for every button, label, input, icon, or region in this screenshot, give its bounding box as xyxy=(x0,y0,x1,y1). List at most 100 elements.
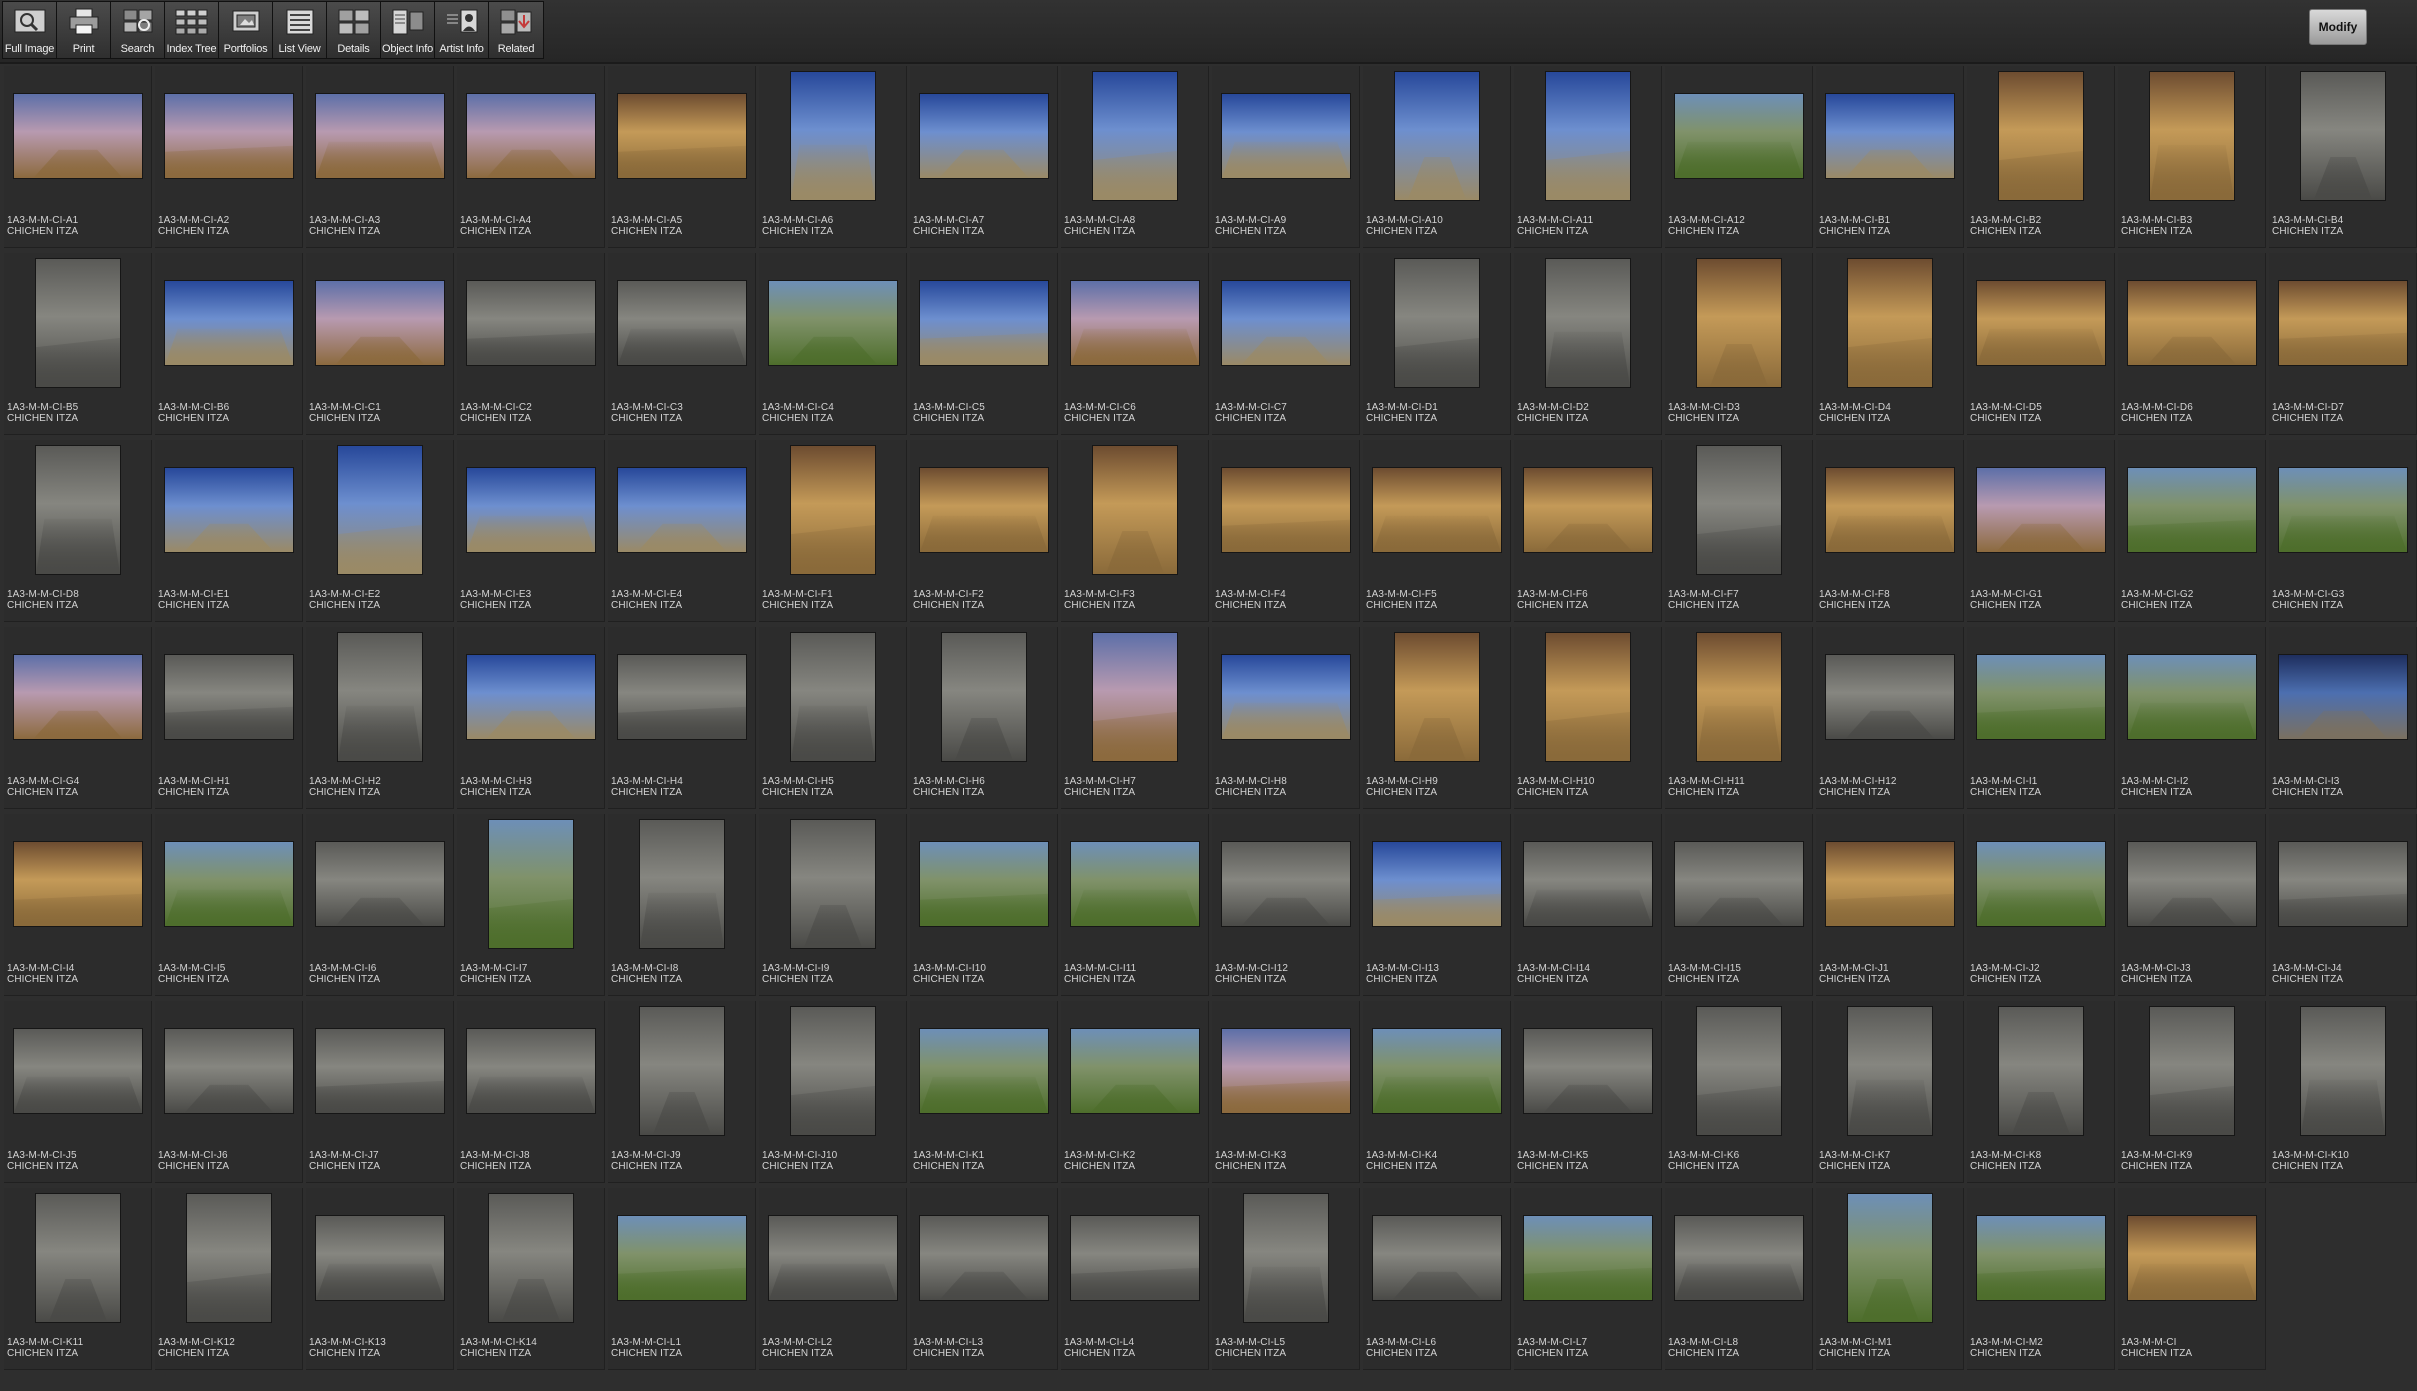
thumbnail-image[interactable] xyxy=(1222,468,1350,552)
thumbnail-cell[interactable]: 1A3-M-M-CI-F3 CHICHEN ITZA xyxy=(1061,440,1209,622)
thumbnail-cell[interactable]: 1A3-M-M-CI-K3 CHICHEN ITZA xyxy=(1212,1001,1360,1183)
thumbnail-cell[interactable]: 1A3-M-M-CI-L4 CHICHEN ITZA xyxy=(1061,1188,1209,1370)
thumbnail-cell[interactable]: 1A3-M-M-CI-L6 CHICHEN ITZA xyxy=(1363,1188,1511,1370)
thumbnail-image[interactable] xyxy=(1826,842,1954,926)
thumbnail-image[interactable] xyxy=(1222,842,1350,926)
thumbnail-image[interactable] xyxy=(316,94,444,178)
thumbnail-cell[interactable]: 1A3-M-M-CI-I13 CHICHEN ITZA xyxy=(1363,814,1511,996)
thumbnail-cell[interactable]: 1A3-M-M-CI-C4 CHICHEN ITZA xyxy=(759,253,907,435)
thumbnail-image[interactable] xyxy=(1093,633,1177,761)
thumbnail-cell[interactable]: 1A3-M-M-CI-D8 CHICHEN ITZA xyxy=(4,440,152,622)
thumbnail-image[interactable] xyxy=(1999,72,2083,200)
thumbnail-cell[interactable]: 1A3-M-M-CI-L5 CHICHEN ITZA xyxy=(1212,1188,1360,1370)
thumbnail-cell[interactable]: 1A3-M-M-CI-B6 CHICHEN ITZA xyxy=(155,253,303,435)
thumbnail-image[interactable] xyxy=(1373,1216,1501,1300)
thumbnail-image[interactable] xyxy=(2150,72,2234,200)
thumbnail-image[interactable] xyxy=(165,1029,293,1113)
thumbnail-cell[interactable]: 1A3-M-M-CI-D2 CHICHEN ITZA xyxy=(1514,253,1662,435)
thumbnail-cell[interactable]: 1A3-M-M-CI-C2 CHICHEN ITZA xyxy=(457,253,605,435)
thumbnail-image[interactable] xyxy=(1373,1029,1501,1113)
related-button[interactable]: Related xyxy=(489,2,543,58)
thumbnail-cell[interactable]: 1A3-M-M-CI-A10 CHICHEN ITZA xyxy=(1363,66,1511,248)
thumbnail-image[interactable] xyxy=(1977,468,2105,552)
thumbnail-cell[interactable]: 1A3-M-M-CI-C7 CHICHEN ITZA xyxy=(1212,253,1360,435)
thumbnail-cell[interactable]: 1A3-M-M-CI-I12 CHICHEN ITZA xyxy=(1212,814,1360,996)
thumbnail-cell[interactable]: 1A3-M-M-CI-D7 CHICHEN ITZA xyxy=(2269,253,2417,435)
thumbnail-image[interactable] xyxy=(1373,468,1501,552)
thumbnail-image[interactable] xyxy=(187,1194,271,1322)
thumbnail-cell[interactable]: 1A3-M-M-CI-I11 CHICHEN ITZA xyxy=(1061,814,1209,996)
thumbnail-cell[interactable]: 1A3-M-M-CI-J1 CHICHEN ITZA xyxy=(1816,814,1964,996)
thumbnail-image[interactable] xyxy=(467,468,595,552)
thumbnail-cell[interactable]: 1A3-M-M-CI-G1 CHICHEN ITZA xyxy=(1967,440,2115,622)
thumbnail-image[interactable] xyxy=(1071,1216,1199,1300)
thumbnail-image[interactable] xyxy=(489,820,573,948)
thumbnail-cell[interactable]: 1A3-M-M-CI-A7 CHICHEN ITZA xyxy=(910,66,1058,248)
thumbnail-cell[interactable]: 1A3-M-M-CI-K6 CHICHEN ITZA xyxy=(1665,1001,1813,1183)
thumbnail-cell[interactable]: 1A3-M-M-CI-E3 CHICHEN ITZA xyxy=(457,440,605,622)
thumbnail-image[interactable] xyxy=(1222,655,1350,739)
thumbnail-image[interactable] xyxy=(1675,1216,1803,1300)
thumbnail-cell[interactable]: 1A3-M-M-CI-L7 CHICHEN ITZA xyxy=(1514,1188,1662,1370)
thumbnail-cell[interactable]: 1A3-M-M-CI-B3 CHICHEN ITZA xyxy=(2118,66,2266,248)
thumbnail-image[interactable] xyxy=(2150,1007,2234,1135)
full-image-button[interactable]: Full Image xyxy=(3,2,57,58)
object-info-button[interactable]: Object Info xyxy=(381,2,435,58)
thumbnail-cell[interactable]: 1A3-M-M-CI-C6 CHICHEN ITZA xyxy=(1061,253,1209,435)
thumbnail-cell[interactable]: 1A3-M-M-CI-J4 CHICHEN ITZA xyxy=(2269,814,2417,996)
thumbnail-cell[interactable]: 1A3-M-M-CI-B4 CHICHEN ITZA xyxy=(2269,66,2417,248)
thumbnail-cell[interactable]: 1A3-M-M-CI-I3 CHICHEN ITZA xyxy=(2269,627,2417,809)
thumbnail-cell[interactable]: 1A3-M-M-CI-H2 CHICHEN ITZA xyxy=(306,627,454,809)
thumbnail-cell[interactable]: 1A3-M-M-CI-F4 CHICHEN ITZA xyxy=(1212,440,1360,622)
thumbnail-image[interactable] xyxy=(14,94,142,178)
thumbnail-cell[interactable]: 1A3-M-M-CI-G2 CHICHEN ITZA xyxy=(2118,440,2266,622)
thumbnail-cell[interactable]: 1A3-M-M-CI-L1 CHICHEN ITZA xyxy=(608,1188,756,1370)
thumbnail-image[interactable] xyxy=(640,1007,724,1135)
thumbnail-cell[interactable]: 1A3-M-M-CI-J9 CHICHEN ITZA xyxy=(608,1001,756,1183)
thumbnail-image[interactable] xyxy=(1093,72,1177,200)
thumbnail-image[interactable] xyxy=(2128,655,2256,739)
thumbnail-cell[interactable]: 1A3-M-M-CI-K13 CHICHEN ITZA xyxy=(306,1188,454,1370)
thumbnail-image[interactable] xyxy=(316,281,444,365)
thumbnail-cell[interactable]: 1A3-M-M-CI-D3 CHICHEN ITZA xyxy=(1665,253,1813,435)
thumbnail-image[interactable] xyxy=(1697,259,1781,387)
thumbnail-image[interactable] xyxy=(1546,259,1630,387)
thumbnail-image[interactable] xyxy=(36,446,120,574)
thumbnail-image[interactable] xyxy=(618,94,746,178)
thumbnail-image[interactable] xyxy=(769,1216,897,1300)
thumbnail-image[interactable] xyxy=(2301,1007,2385,1135)
thumbnail-image[interactable] xyxy=(618,655,746,739)
thumbnail-image[interactable] xyxy=(1222,1029,1350,1113)
thumbnail-cell[interactable]: 1A3-M-M-CI-F6 CHICHEN ITZA xyxy=(1514,440,1662,622)
thumbnail-cell[interactable]: 1A3-M-M-CI-G4 CHICHEN ITZA xyxy=(4,627,152,809)
thumbnail-image[interactable] xyxy=(2301,72,2385,200)
thumbnail-cell[interactable]: 1A3-M-M-CI-D4 CHICHEN ITZA xyxy=(1816,253,1964,435)
thumbnail-cell[interactable]: 1A3-M-M-CI-I2 CHICHEN ITZA xyxy=(2118,627,2266,809)
thumbnail-image[interactable] xyxy=(1977,1216,2105,1300)
thumbnail-image[interactable] xyxy=(2128,842,2256,926)
thumbnail-image[interactable] xyxy=(489,1194,573,1322)
thumbnail-image[interactable] xyxy=(165,655,293,739)
thumbnail-cell[interactable]: 1A3-M-M-CI-B5 CHICHEN ITZA xyxy=(4,253,152,435)
thumbnail-image[interactable] xyxy=(920,281,1048,365)
thumbnail-image[interactable] xyxy=(1675,842,1803,926)
thumbnail-image[interactable] xyxy=(1675,94,1803,178)
thumbnail-image[interactable] xyxy=(1524,1029,1652,1113)
thumbnail-image[interactable] xyxy=(791,446,875,574)
thumbnail-cell[interactable]: 1A3-M-M-CI-I10 CHICHEN ITZA xyxy=(910,814,1058,996)
thumbnail-image[interactable] xyxy=(1848,1007,1932,1135)
search-button[interactable]: Search xyxy=(111,2,165,58)
thumbnail-image[interactable] xyxy=(618,468,746,552)
thumbnail-cell[interactable]: 1A3-M-M-CI-E1 CHICHEN ITZA xyxy=(155,440,303,622)
thumbnail-cell[interactable]: 1A3-M-M-CI-I15 CHICHEN ITZA xyxy=(1665,814,1813,996)
thumbnail-image[interactable] xyxy=(1093,446,1177,574)
thumbnail-cell[interactable]: 1A3-M-M-CI-I7 CHICHEN ITZA xyxy=(457,814,605,996)
thumbnail-image[interactable] xyxy=(1222,94,1350,178)
artist-info-button[interactable]: Artist Info xyxy=(435,2,489,58)
thumbnail-image[interactable] xyxy=(338,633,422,761)
thumbnail-image[interactable] xyxy=(36,259,120,387)
thumbnail-cell[interactable]: 1A3-M-M-CI-I6 CHICHEN ITZA xyxy=(306,814,454,996)
thumbnail-cell[interactable]: 1A3-M-M-CI-I14 CHICHEN ITZA xyxy=(1514,814,1662,996)
thumbnail-image[interactable] xyxy=(1848,259,1932,387)
thumbnail-image[interactable] xyxy=(1373,842,1501,926)
